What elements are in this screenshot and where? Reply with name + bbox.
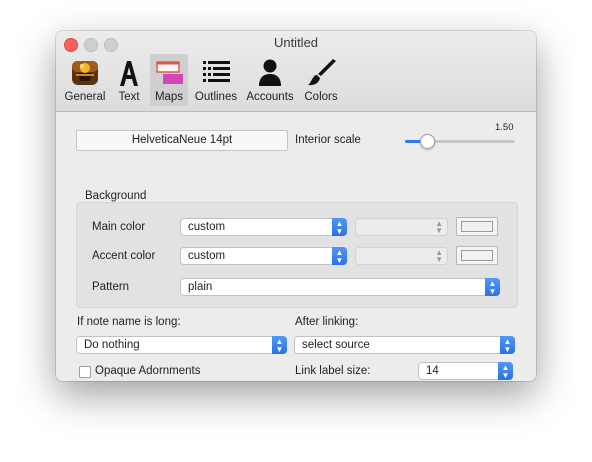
chevron-updown-icon: ▲ ▼: [332, 218, 347, 236]
main-color-value: custom: [188, 221, 226, 233]
accent-color-swatch: [461, 250, 493, 261]
pattern-label: Pattern: [92, 281, 130, 293]
background-group: Main color custom ▲ ▼ ▲ ▼ Accent color cus…: [76, 202, 518, 308]
long-name-popup[interactable]: Do nothing ▲ ▼: [76, 336, 287, 354]
tab-general-label: General: [64, 91, 106, 103]
link-label-size-popup[interactable]: 14 ▲ ▼: [418, 362, 513, 380]
accent-color-well[interactable]: [456, 246, 498, 265]
interior-scale-value: 1.50: [495, 122, 514, 133]
main-color-label: Main color: [92, 221, 146, 233]
link-label-size-label: Link label size:: [295, 365, 371, 377]
chevron-updown-icon: ▲ ▼: [272, 336, 287, 354]
tab-colors-label: Colors: [304, 91, 338, 103]
tab-colors[interactable]: Colors: [300, 54, 342, 106]
tab-outlines-label: Outlines: [194, 91, 238, 103]
preferences-window: Untitled General Text Maps Outlines Acco…: [56, 31, 536, 381]
person-icon: [259, 59, 281, 86]
accent-color-secondary-popup: ▲ ▼: [355, 247, 448, 265]
opaque-adornments-checkbox[interactable]: [79, 366, 91, 378]
interior-scale-slider[interactable]: [405, 134, 515, 149]
accent-color-value: custom: [188, 250, 226, 262]
main-color-popup[interactable]: custom ▲ ▼: [180, 218, 347, 236]
paintbrush-icon: [308, 59, 336, 86]
chevron-updown-icon: ▲ ▼: [485, 278, 500, 296]
window-title: Untitled: [273, 35, 319, 50]
accent-color-popup[interactable]: custom ▲ ▼: [180, 247, 347, 265]
tab-accounts-label: Accounts: [246, 91, 294, 103]
background-label: Background: [85, 190, 147, 202]
main-color-well[interactable]: [456, 217, 498, 236]
long-name-value: Do nothing: [84, 339, 140, 351]
chevron-updown-icon: ▲ ▼: [332, 247, 347, 265]
main-color-secondary-popup: ▲ ▼: [355, 218, 448, 236]
main-color-swatch: [461, 221, 493, 232]
interior-scale-label: Interior scale: [295, 134, 361, 146]
pattern-value: plain: [188, 281, 213, 293]
opaque-adornments-label: Opaque Adornments: [95, 365, 201, 377]
maps-pane: HelveticaNeue 14pt Interior scale 1.50 B…: [56, 112, 536, 381]
tab-maps[interactable]: Maps: [150, 54, 188, 106]
chevron-updown-icon: ▲ ▼: [498, 362, 513, 380]
tab-accounts[interactable]: Accounts: [242, 54, 298, 106]
app-icon: [72, 61, 98, 85]
title-bar: Untitled General Text Maps Outlines Acco…: [56, 31, 536, 112]
accent-color-label: Accent color: [92, 250, 156, 262]
outline-list-icon: [203, 61, 230, 82]
tab-maps-label: Maps: [154, 91, 184, 103]
tab-text[interactable]: Text: [112, 54, 146, 106]
chevron-updown-icon: ▲ ▼: [435, 248, 443, 264]
chevron-updown-icon: ▲ ▼: [435, 219, 443, 235]
after-linking-label: After linking:: [295, 316, 359, 328]
tab-text-label: Text: [118, 91, 140, 103]
pattern-popup[interactable]: plain ▲ ▼: [180, 278, 500, 296]
chevron-updown-icon: ▲ ▼: [500, 336, 515, 354]
after-linking-value: select source: [302, 339, 370, 351]
tab-outlines[interactable]: Outlines: [192, 54, 240, 106]
tab-general[interactable]: General: [62, 54, 108, 106]
map-note-icon: [156, 61, 183, 84]
long-name-label: If note name is long:: [77, 316, 181, 328]
letter-a-icon: [120, 61, 138, 86]
slider-knob[interactable]: [419, 134, 435, 149]
font-button[interactable]: HelveticaNeue 14pt: [76, 130, 288, 151]
link-label-size-value: 14: [426, 365, 439, 377]
after-linking-popup[interactable]: select source ▲ ▼: [294, 336, 515, 354]
